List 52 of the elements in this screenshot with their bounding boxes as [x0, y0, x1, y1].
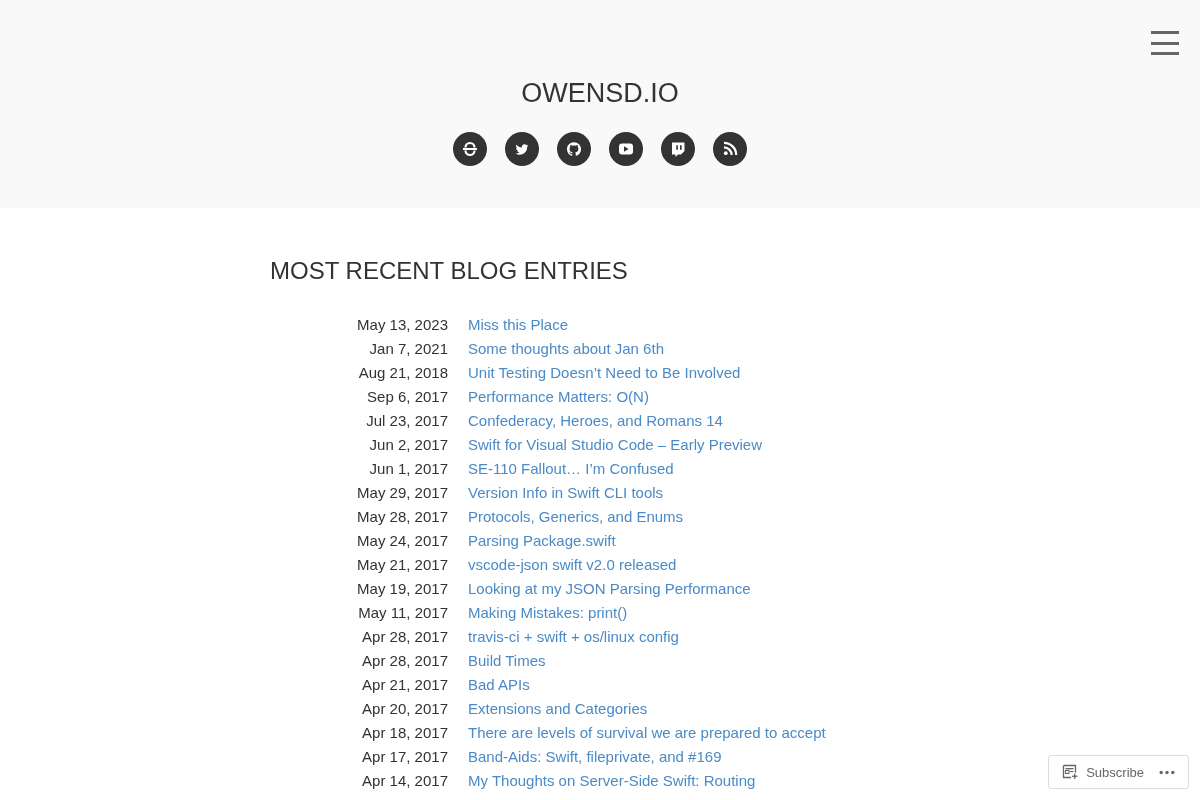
post-link[interactable]: Unit Testing Doesn’t Need to Be Involved — [468, 364, 741, 381]
entry-date: Apr 18, 2017 — [361, 723, 448, 743]
post-link[interactable]: Performance Matters: O(N) — [468, 388, 649, 405]
entry-date: Sep 6, 2017 — [366, 387, 448, 407]
post-link[interactable]: travis-ci + swift + os/linux config — [468, 628, 679, 645]
entry-date: May 21, 2017 — [356, 555, 448, 575]
entry-date: May 24, 2017 — [356, 531, 448, 551]
site-title[interactable]: OWENSD.IO — [521, 75, 679, 111]
post-link[interactable]: Build Times — [468, 652, 546, 669]
entry-date: Apr 28, 2017 — [361, 651, 448, 671]
post-link[interactable]: Confederacy, Heroes, and Romans 14 — [468, 412, 723, 429]
entry-date: May 13, 2023 — [356, 315, 448, 335]
entry-date: Jan 7, 2021 — [368, 339, 448, 359]
entry-date: May 28, 2017 — [356, 507, 448, 527]
entry-date: Jun 2, 2017 — [368, 435, 448, 455]
entry-date: Apr 28, 2017 — [361, 627, 448, 647]
entry-date: Apr 20, 2017 — [361, 699, 448, 719]
post-link[interactable]: Band-Aids: Swift, fileprivate, and #169 — [468, 748, 722, 765]
rss-icon[interactable] — [713, 132, 747, 166]
reader-plus-icon — [1062, 764, 1079, 780]
split-circle-icon[interactable] — [453, 132, 487, 166]
subscribe-button[interactable]: Subscribe — [1062, 764, 1144, 780]
post-link[interactable]: Bad APIs — [468, 676, 530, 693]
section-heading: MOST RECENT BLOG ENTRIES — [270, 256, 629, 286]
entry-date: May 11, 2017 — [357, 603, 448, 623]
cat-icon[interactable] — [557, 132, 591, 166]
post-link[interactable]: Extensions and Categories — [468, 700, 648, 717]
entry-date: Apr 14, 2017 — [361, 771, 448, 791]
play-icon[interactable] — [609, 132, 643, 166]
menu-icon[interactable] — [1151, 31, 1179, 55]
more-icon[interactable] — [1158, 769, 1176, 775]
bird-icon[interactable] — [505, 132, 539, 166]
post-link[interactable]: vscode-json swift v2.0 released — [468, 556, 677, 573]
post-link[interactable]: SE-110 Fallout… I’m Confused — [468, 460, 674, 477]
post-link[interactable]: Some thoughts about Jan 6th — [468, 340, 664, 357]
post-link[interactable]: There are levels of survival we are prepared to accept — [468, 724, 826, 741]
entry-date: Aug 21, 2018 — [357, 363, 448, 383]
post-link[interactable]: Miss this Place — [468, 316, 569, 333]
entry-date: Apr 17, 2017 — [361, 747, 448, 767]
post-link[interactable]: Version Info in Swift CLI tools — [468, 484, 664, 501]
post-link[interactable]: Parsing Package.swift — [468, 532, 616, 549]
post-link[interactable]: Making Mistakes: print() — [468, 604, 628, 621]
entry-date: Jun 1, 2017 — [368, 459, 448, 479]
entry-date: May 19, 2017 — [356, 579, 448, 599]
entry-date: Apr 21, 2017 — [361, 675, 448, 695]
entry-date: May 29, 2017 — [356, 483, 448, 503]
post-link[interactable]: Looking at my JSON Parsing Performance — [468, 580, 751, 597]
speech-bubble-icon[interactable] — [661, 132, 695, 166]
post-link[interactable]: Protocols, Generics, and Enums — [468, 508, 684, 525]
entry-date: Jul 23, 2017 — [365, 411, 448, 431]
post-link[interactable]: Swift for Visual Studio Code – Early Preview — [468, 436, 763, 453]
post-link[interactable]: My Thoughts on Server-Side Swift: Routing — [468, 772, 756, 789]
